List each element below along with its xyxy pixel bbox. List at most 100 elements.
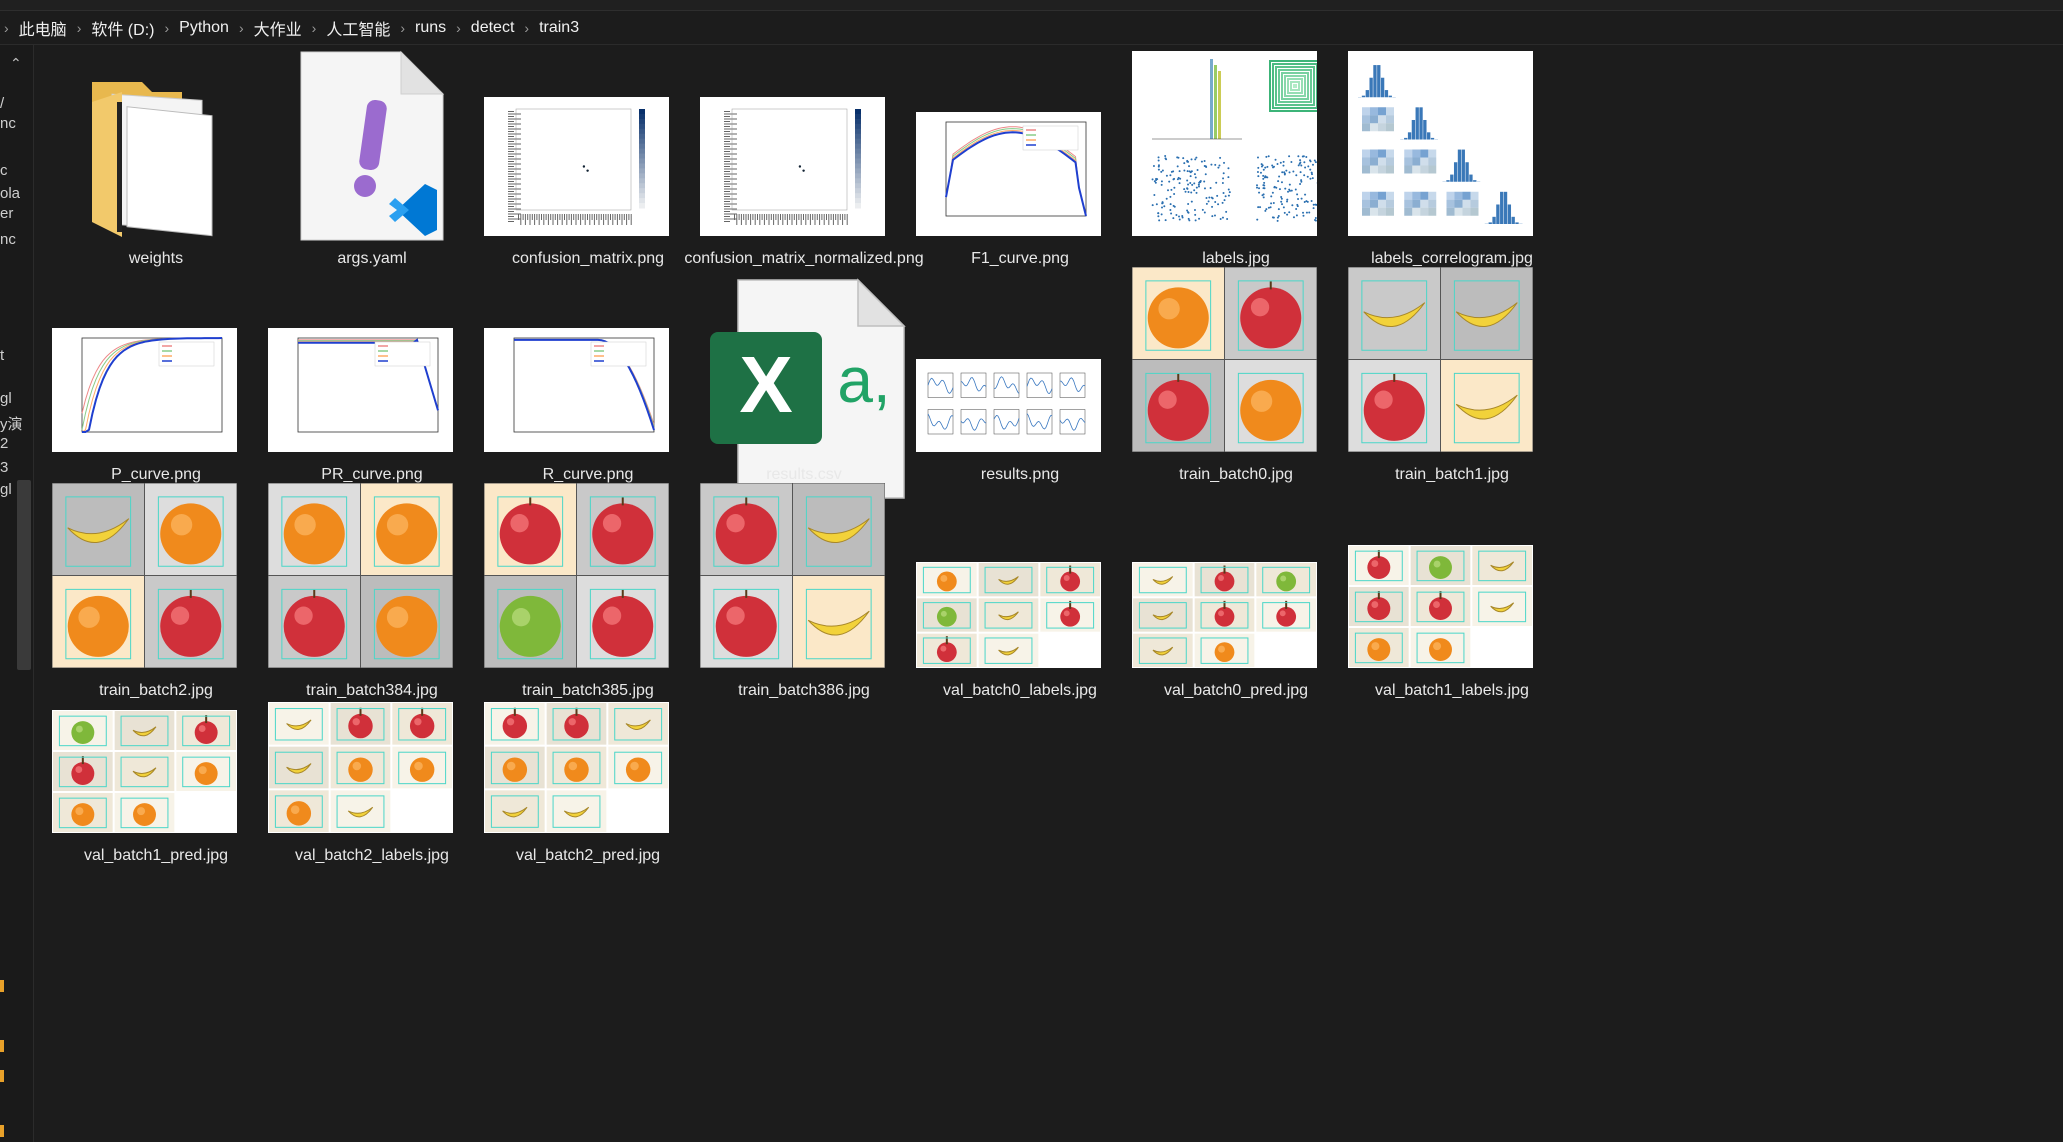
file-name-label: PR_curve.png: [321, 466, 423, 483]
breadcrumb-chevron-icon[interactable]: ›: [396, 20, 409, 36]
navigation-item[interactable]: nc: [0, 115, 16, 132]
pin-marker-icon: [0, 1070, 4, 1082]
file-thumbnail[interactable]: [916, 359, 1101, 452]
file-thumbnail[interactable]: [1348, 545, 1533, 668]
file-name-label: R_curve.png: [542, 466, 634, 483]
breadcrumb-item[interactable]: 人工智能: [320, 16, 396, 40]
breadcrumb-chevron-icon[interactable]: ›: [235, 20, 248, 36]
file-name-label: confusion_matrix.png: [511, 250, 665, 267]
breadcrumb-item[interactable]: 软件 (D:): [85, 16, 160, 40]
file-name-label: train_batch1.jpg: [1395, 466, 1509, 483]
file-thumbnail[interactable]: [1132, 51, 1317, 236]
file-thumbnail[interactable]: [268, 702, 453, 833]
file-thumbnail[interactable]: [268, 483, 453, 668]
breadcrumb-item[interactable]: runs: [409, 19, 452, 37]
thumbnail-image: [700, 97, 885, 236]
breadcrumb-chevron-icon[interactable]: ›: [308, 20, 321, 36]
navigation-item[interactable]: gl: [0, 481, 12, 498]
thumbnail-image: [1132, 51, 1317, 236]
file-thumbnail[interactable]: [484, 328, 669, 452]
file-thumbnail[interactable]: [484, 483, 669, 668]
thumbnail-image: [268, 483, 453, 668]
navigation-item[interactable]: 3: [0, 459, 8, 476]
navigation-item[interactable]: c: [0, 162, 8, 179]
breadcrumb-chevron-icon[interactable]: ›: [452, 20, 465, 36]
thumbnail-image: [484, 328, 669, 452]
navigation-item[interactable]: /: [0, 95, 4, 112]
file-name-label: results.png: [980, 466, 1060, 483]
file-name-label: labels_correlogram.jpg: [1371, 250, 1533, 267]
file-thumbnail[interactable]: [1348, 51, 1533, 236]
file-name-label: train_batch385.jpg: [522, 682, 654, 699]
file-thumbnail[interactable]: [700, 483, 885, 668]
thumbnail-image: [52, 328, 237, 452]
file-name-label: P_curve.png: [111, 466, 201, 483]
file-thumbnail[interactable]: [1132, 562, 1317, 668]
breadcrumb-item[interactable]: 大作业: [248, 16, 308, 40]
thumbnail-image: [1348, 545, 1533, 668]
thumbnail-image: [700, 483, 885, 668]
navigation-item[interactable]: ola: [0, 185, 20, 202]
file-name-label: val_batch2_pred.jpg: [515, 847, 661, 864]
folder-icon[interactable]: [82, 62, 232, 242]
yaml-file-icon[interactable]: [297, 50, 447, 242]
thumbnail-image: [484, 97, 669, 236]
file-name-label: val_batch0_labels.jpg: [943, 682, 1097, 699]
thumbnail-image: [52, 483, 237, 668]
navigation-item[interactable]: er: [0, 205, 13, 222]
file-thumbnail[interactable]: [484, 702, 669, 833]
breadcrumb-item[interactable]: detect: [465, 19, 521, 37]
breadcrumb-item[interactable]: train3: [533, 19, 585, 37]
navigation-item[interactable]: nc: [0, 231, 16, 248]
breadcrumb-item[interactable]: 此电脑: [13, 16, 73, 40]
chevron-up-icon[interactable]: ⌃: [10, 55, 22, 72]
thumbnail-image: [916, 359, 1101, 452]
pin-marker-icon: [0, 980, 4, 992]
navigation-pane[interactable]: ⌃ / nc c ola er nc t gl y演 2 3 gl: [0, 45, 34, 1142]
thumbnail-image: [1348, 267, 1533, 452]
thumbnail-image: [484, 483, 669, 668]
navigation-item[interactable]: t: [0, 347, 4, 364]
file-name-label: args.yaml: [337, 250, 407, 267]
navigation-item[interactable]: y演: [0, 413, 23, 434]
thumbnail-image: [916, 562, 1101, 668]
file-name-label: labels.jpg: [1202, 250, 1270, 267]
breadcrumb-item[interactable]: Python: [173, 19, 235, 37]
breadcrumb-chevron-icon[interactable]: ›: [73, 20, 86, 36]
file-name-label: train_batch2.jpg: [99, 682, 213, 699]
file-thumbnail[interactable]: [916, 562, 1101, 668]
svg-text:a,: a,: [837, 344, 890, 416]
navigation-scrollbar[interactable]: [17, 480, 31, 670]
breadcrumb-root-chevron-icon[interactable]: ›: [0, 20, 13, 36]
file-name-label: results.csv: [766, 466, 842, 483]
file-name-label: val_batch0_pred.jpg: [1163, 682, 1309, 699]
thumbnail-image: [1132, 562, 1317, 668]
thumbnail-image: [916, 112, 1101, 236]
file-name-label: val_batch1_labels.jpg: [1375, 682, 1529, 699]
file-thumbnail[interactable]: [1132, 267, 1317, 452]
file-thumbnail[interactable]: [52, 483, 237, 668]
breadcrumb-chevron-icon[interactable]: ›: [520, 20, 533, 36]
file-thumbnail[interactable]: [700, 97, 885, 236]
file-thumbnail[interactable]: [484, 97, 669, 236]
address-bar[interactable]: › 此电脑 › 软件 (D:) › Python › 大作业 › 人工智能 › runs › detect…: [0, 12, 2063, 45]
thumbnail-image: [484, 702, 669, 833]
file-thumbnail[interactable]: [52, 710, 237, 833]
file-thumbnail[interactable]: [268, 328, 453, 452]
pin-marker-icon: [0, 1125, 4, 1137]
file-name-label: confusion_matrix_normalized.png: [684, 250, 924, 267]
file-name-label: weights: [128, 250, 184, 267]
file-name-label: train_batch0.jpg: [1179, 466, 1293, 483]
window-top-strip: [0, 0, 2063, 11]
breadcrumb-chevron-icon[interactable]: ›: [160, 20, 173, 36]
svg-text:X: X: [739, 340, 792, 429]
thumbnail-image: [1348, 51, 1533, 236]
file-name-label: val_batch2_labels.jpg: [295, 847, 449, 864]
navigation-item[interactable]: 2: [0, 435, 8, 452]
thumbnail-image: [268, 328, 453, 452]
pin-marker-icon: [0, 1040, 4, 1052]
file-thumbnail[interactable]: [916, 112, 1101, 236]
navigation-item[interactable]: gl: [0, 390, 12, 407]
file-thumbnail[interactable]: [52, 328, 237, 452]
file-thumbnail[interactable]: [1348, 267, 1533, 452]
